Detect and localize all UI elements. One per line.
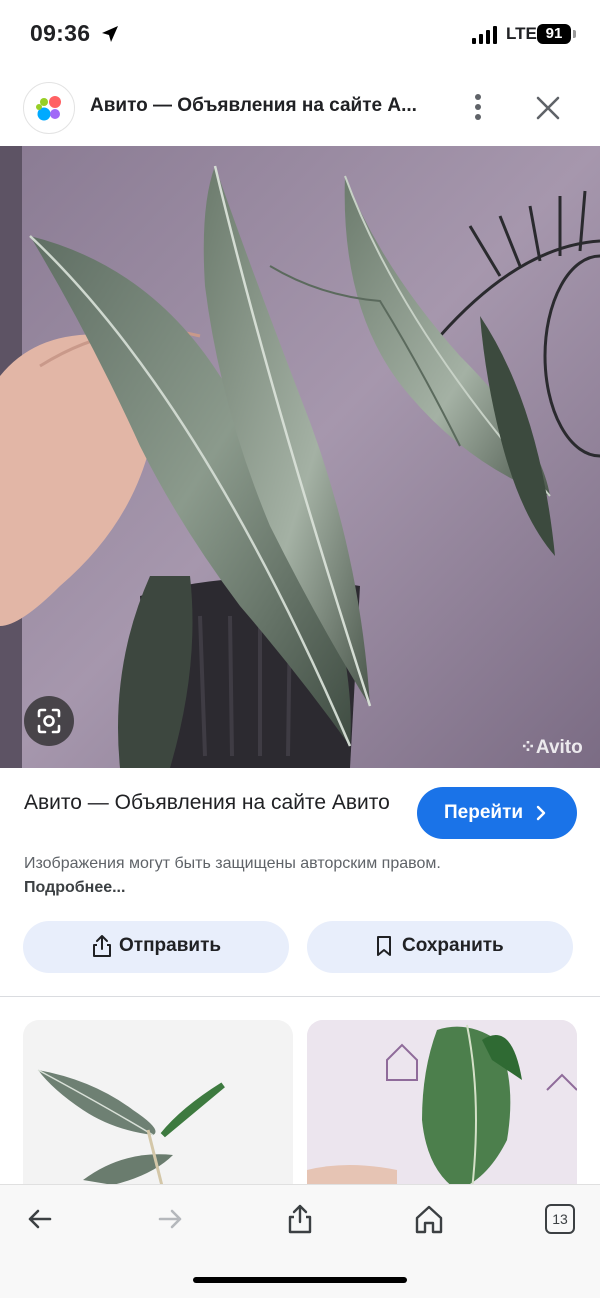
tabs-count-button[interactable]: 13 xyxy=(545,1204,575,1234)
forward-arrow-icon[interactable] xyxy=(154,1203,186,1235)
battery-indicator: 91 xyxy=(537,24,571,44)
share-button[interactable]: Отправить xyxy=(23,921,289,973)
more-info-link[interactable]: Подробнее... xyxy=(24,879,125,896)
section-divider xyxy=(0,996,600,997)
status-bar: 09:36 LTE 91 xyxy=(0,0,600,70)
copyright-text: Изображения могут быть защищены авторски… xyxy=(24,855,441,872)
close-icon[interactable] xyxy=(535,95,561,121)
watermark-text: Avito xyxy=(535,737,583,758)
avito-logo-icon xyxy=(36,96,61,121)
status-time: 09:36 xyxy=(30,20,91,46)
battery-tip xyxy=(573,30,576,38)
site-logo xyxy=(23,82,75,134)
related-plant-photo-1 xyxy=(37,1069,225,1190)
watermark-dots-icon: ⁘ xyxy=(520,737,536,758)
goto-button[interactable]: Перейти xyxy=(417,787,577,839)
network-type: LTE xyxy=(506,24,537,43)
save-button[interactable]: Сохранить xyxy=(307,921,573,973)
save-button-label: Сохранить xyxy=(402,935,504,956)
home-icon[interactable] xyxy=(413,1203,445,1235)
home-indicator[interactable] xyxy=(193,1277,407,1283)
share-icon xyxy=(93,935,111,957)
chevron-right-icon xyxy=(536,805,546,821)
related-image-1[interactable] xyxy=(23,1020,293,1190)
bookmark-icon xyxy=(377,936,391,956)
related-plant-photo-2 xyxy=(307,1020,577,1190)
related-image-2[interactable] xyxy=(307,1020,577,1190)
more-vert-icon[interactable] xyxy=(466,92,490,122)
copyright-notice: Изображения могут быть защищены авторски… xyxy=(24,852,464,900)
signal-icon xyxy=(472,26,497,44)
google-lens-button[interactable] xyxy=(24,696,74,746)
share-icon[interactable] xyxy=(284,1203,316,1235)
result-title[interactable]: Авито — Объявления на сайте Авито xyxy=(24,788,394,817)
image-watermark: ⁘Avito xyxy=(520,736,583,759)
location-arrow-icon xyxy=(102,26,118,42)
back-arrow-icon[interactable] xyxy=(24,1203,56,1235)
plant-photo xyxy=(0,146,600,768)
lens-icon xyxy=(37,708,61,734)
page-header: Авито — Объявления на сайте А... xyxy=(0,70,600,145)
goto-button-label: Перейти xyxy=(444,802,524,823)
share-button-label: Отправить xyxy=(119,935,222,956)
page-title: Авито — Объявления на сайте А... xyxy=(90,95,417,116)
result-image[interactable] xyxy=(0,146,600,768)
